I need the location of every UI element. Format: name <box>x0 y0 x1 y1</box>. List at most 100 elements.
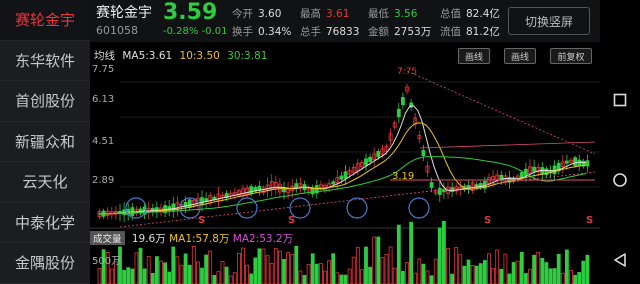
volume-bar <box>97 268 102 284</box>
home-icon[interactable] <box>608 168 632 192</box>
volume-bar <box>302 274 307 284</box>
volume-bar <box>392 267 397 284</box>
adjust-button[interactable]: 前复权 <box>550 48 592 64</box>
quote-open: 今开 3.60 <box>232 8 282 20</box>
pattern-marker <box>408 197 430 219</box>
system-nav-bar <box>600 0 640 284</box>
volume-bar <box>396 224 401 284</box>
volume-bar <box>380 257 385 284</box>
watchlist-item[interactable]: 金隅股份 <box>0 243 90 284</box>
volume-bar <box>191 245 196 284</box>
quote-market-cap: 总值 82.4亿 <box>440 8 500 20</box>
candle-body <box>400 97 405 105</box>
volume-bar <box>277 250 282 284</box>
candle-body <box>200 197 204 205</box>
volume-bar <box>343 274 348 284</box>
volume-bar <box>130 268 135 284</box>
volume-tag[interactable]: 成交量 <box>90 231 125 245</box>
candle-body <box>339 175 344 180</box>
candle-body <box>437 187 442 195</box>
volume-bar <box>323 270 327 284</box>
volume-bar <box>507 273 512 284</box>
volume-bar <box>179 264 184 284</box>
stock-watchlist-sidebar: 赛轮金宇 东华软件 首创股份 新疆众和 云天化 中泰化学 金隅股份 <box>0 0 90 284</box>
y-axis-label: 4.51 <box>92 136 115 147</box>
candle-body <box>343 171 348 179</box>
kline-chart-area[interactable]: 7.75 3.19 S S S S 均线 MA5:3.61 10:3.50 30:3.81… <box>90 42 600 284</box>
kline-chart[interactable]: 7.753.19S S S S <box>90 42 600 284</box>
volume-value: 19.6万 <box>131 233 166 245</box>
volume-bar <box>560 272 565 284</box>
candle-body <box>364 158 368 166</box>
watchlist-item[interactable]: 云天化 <box>0 162 90 203</box>
candle-body <box>331 181 336 185</box>
volume-bar <box>228 275 233 284</box>
volume-bar <box>462 265 467 284</box>
volume-bar <box>261 248 266 284</box>
volume-bar <box>146 256 151 284</box>
volume-bar <box>495 249 500 284</box>
volume-bar <box>241 247 245 284</box>
volume-bar <box>441 220 446 284</box>
volume-bar <box>138 247 143 284</box>
volume-bar <box>224 266 229 284</box>
watchlist-item[interactable]: 赛轮金宇 <box>0 0 90 41</box>
volume-bar <box>196 261 200 284</box>
volume-bar <box>454 247 459 284</box>
volume-bar <box>577 272 582 284</box>
volume-bar <box>544 262 549 284</box>
volume-bar <box>134 252 139 284</box>
candle-body <box>187 199 192 208</box>
candle-body <box>532 166 537 172</box>
volume-bar <box>368 266 373 284</box>
candle-body <box>441 189 446 193</box>
volume-bar <box>253 257 258 284</box>
volume-bar <box>159 260 163 284</box>
volume-bar <box>351 256 356 284</box>
watchlist-item[interactable]: 东华软件 <box>0 41 90 81</box>
draw-line-button[interactable]: 画线 <box>458 48 490 64</box>
ma5-line <box>97 105 586 215</box>
candle-body <box>249 186 254 195</box>
volume-bar <box>458 254 463 284</box>
switch-portrait-button[interactable]: 切换竖屏 <box>508 7 590 35</box>
y-axis-label: 6.13 <box>92 94 115 105</box>
volume-bar <box>335 272 340 284</box>
edit-line-button[interactable]: 画线 <box>504 48 536 64</box>
volume-bar <box>421 263 426 284</box>
volume-bar <box>310 253 315 284</box>
volume-bar <box>327 260 332 284</box>
volume-bar <box>470 265 475 284</box>
quote-low: 最低 3.56 <box>368 8 418 20</box>
watchlist-item[interactable]: 中泰化学 <box>0 203 90 243</box>
volume-ma1: MA1:57.8万 <box>169 233 230 245</box>
volume-bar <box>532 254 537 284</box>
volume-bar <box>400 270 405 284</box>
volume-bar <box>150 272 155 284</box>
high-annotation: 7.75 <box>397 67 417 77</box>
trend-line <box>399 67 596 155</box>
volume-bar <box>257 248 262 284</box>
candle-body <box>552 165 557 175</box>
candle-body <box>421 150 426 156</box>
watchlist-item[interactable]: 首创股份 <box>0 81 90 122</box>
back-icon[interactable] <box>608 248 632 272</box>
ma10-value: 10:3.50 <box>179 50 220 62</box>
volume-bar <box>499 268 504 284</box>
volume-bar <box>183 253 188 284</box>
recent-apps-icon[interactable] <box>608 88 632 112</box>
volume-bar <box>347 268 352 284</box>
volume-bar <box>187 264 192 284</box>
quote-header: 赛轮金宇 601058 3.59 -0.28% -0.01 今开 3.60 最高 3… <box>90 0 600 42</box>
volume-bar <box>515 260 520 284</box>
volume-bar <box>372 236 377 284</box>
candle-body <box>564 160 569 164</box>
volume-bar <box>220 260 225 284</box>
volume-bar <box>122 269 126 284</box>
volume-bar <box>232 272 237 284</box>
volume-legend: 成交量 19.6万 MA1:57.8万 MA2:53.2万 <box>90 231 293 246</box>
volume-bar <box>417 258 422 284</box>
watchlist-item[interactable]: 新疆众和 <box>0 122 90 162</box>
volume-bar <box>528 268 532 284</box>
low-annotation: 3.19 <box>392 171 414 182</box>
